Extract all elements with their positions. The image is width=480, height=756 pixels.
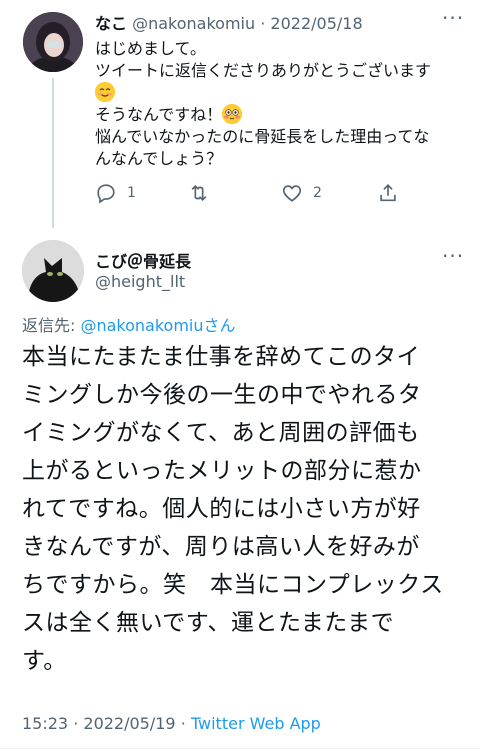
text-line: れてですね。個人的には小さい方が好 (22, 496, 421, 522)
text-line: 上がるといったメリットの部分に惹か (22, 458, 422, 484)
tweet-metadata: 15:23 · 2022/05/19 · Twitter Web App (22, 714, 321, 733)
tweet-source-link[interactable]: Twitter Web App (191, 714, 321, 733)
more-options-icon[interactable]: ··· (442, 244, 464, 268)
header-separator: · (260, 14, 266, 33)
main-author-handle[interactable]: @height_llt (95, 272, 185, 291)
text-line: スは全く無いです、運とたまたまで (22, 610, 395, 636)
retweet-button[interactable] (187, 182, 221, 204)
avatar-kobi[interactable] (22, 240, 84, 302)
reply-to-handle-link[interactable]: @nakonakomiu (80, 316, 203, 335)
reply-date[interactable]: 2022/05/18 (270, 14, 362, 33)
main-author-name[interactable]: こび＠骨延長 (95, 248, 191, 272)
reply-to-suffix[interactable]: さん (204, 316, 236, 335)
reply-author-handle[interactable]: @nakonakomiu (132, 14, 255, 33)
reply-button[interactable]: 1 (95, 182, 136, 204)
text-line: す。 (22, 648, 67, 674)
flushed-face-icon (222, 104, 243, 124)
text-line: イミングがなくて、あと周囲の評価も (22, 420, 420, 446)
share-icon (380, 184, 396, 202)
reply-author-name[interactable]: なこ (95, 14, 127, 33)
text-line: んなんでしょう？ (95, 149, 223, 168)
text-line: きなんですが、周りは高い人を好みが (22, 534, 420, 560)
reply-to-prefix: 返信先: (22, 316, 81, 335)
replying-to: 返信先: @nakonakomiuさん (22, 312, 236, 336)
share-button[interactable] (377, 182, 399, 204)
more-options-icon[interactable]: ··· (442, 6, 464, 30)
main-tweet-text: 本当にたまたま仕事を辞めてこのタイ ミングしか今後の一生の中でやれるタ イミング… (22, 338, 462, 680)
tweet-time[interactable]: 15:23 (22, 714, 68, 733)
text-fragment: そうなんですね！ (95, 105, 223, 124)
reply-tweet-header: なこ @nakonakomiu · 2022/05/18 (95, 10, 363, 34)
text-line: そうなんですね！ (95, 104, 470, 126)
tweet-date[interactable]: 2022/05/19 (83, 714, 175, 733)
text-line: ちですから。笑 本当にコンプレックス (22, 572, 444, 598)
reply-tweet-text: はじめまして。 ツイートに返信くださりありがとうございます そうなんですね！ 悩… (95, 38, 470, 170)
meta-separator: · (73, 714, 79, 733)
text-line-emoji (95, 82, 470, 104)
heart-icon (282, 185, 302, 202)
text-line: はじめまして。 (95, 39, 207, 58)
thread-line (52, 78, 54, 228)
text-line: ミングしか今後の一生の中でやれるタ (22, 382, 422, 408)
text-line: 本当にたまたま仕事を辞めてこのタイ (22, 344, 421, 370)
text-line: ツイートに返信くださりありがとうございます (95, 61, 432, 80)
avatar-nako[interactable] (23, 12, 83, 72)
meta-separator: · (180, 714, 186, 733)
reply-count: 1 (127, 185, 136, 201)
reply-icon (97, 184, 115, 204)
smiling-face-icon (95, 82, 115, 102)
like-count: 2 (313, 185, 322, 201)
like-button[interactable]: 2 (281, 182, 322, 204)
retweet-icon (191, 184, 207, 202)
text-line: 悩んでいなかったのに骨延長をした理由ってな (95, 127, 430, 146)
reply-tweet-actions: 1 2 (95, 182, 415, 210)
divider (0, 748, 480, 749)
